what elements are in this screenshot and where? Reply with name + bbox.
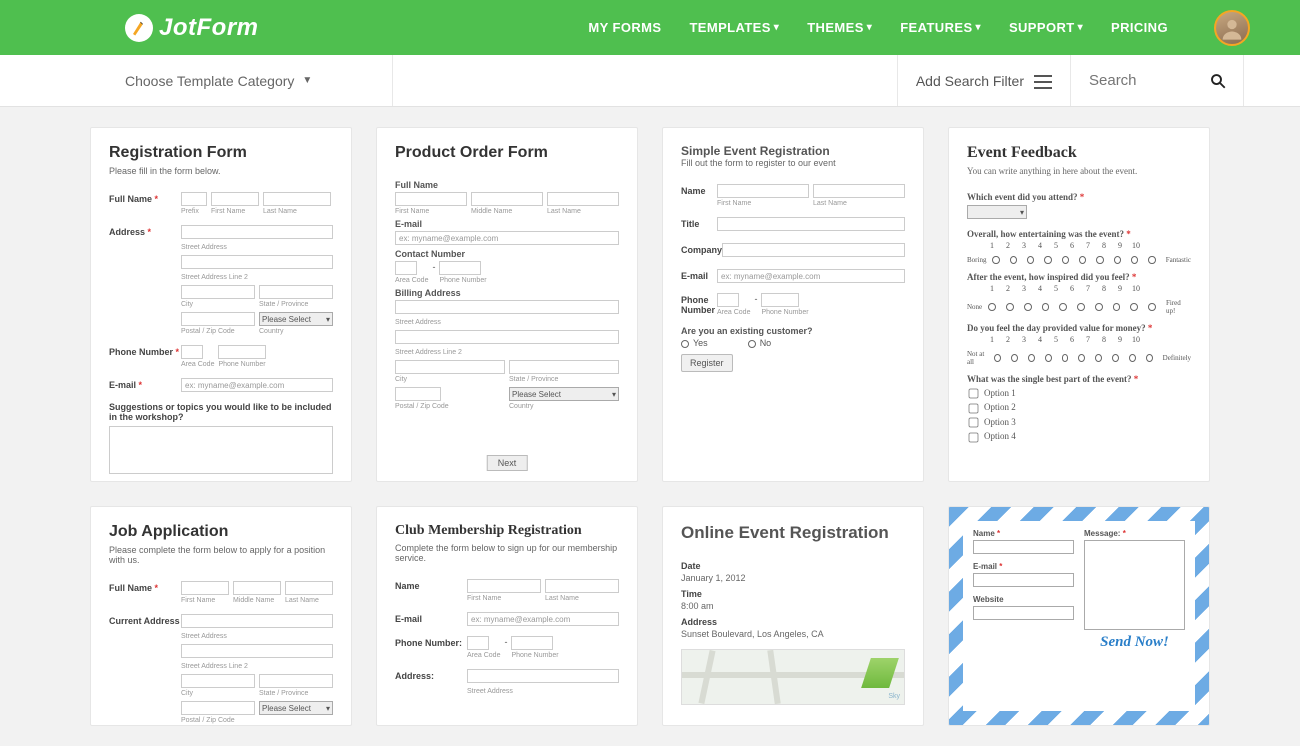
avatar[interactable] [1214, 10, 1250, 46]
filter-bar: Choose Template Category ▼ Add Search Fi… [0, 55, 1300, 107]
chevron-down-icon: ▼ [302, 75, 312, 86]
category-dropdown[interactable]: Choose Template Category ▼ [125, 55, 393, 106]
send-now-button: Send Now! [1084, 634, 1185, 651]
card-title: Club Membership Registration [395, 523, 619, 539]
card-subtitle: Please fill in the form below. [109, 166, 333, 176]
map-preview: Sky [681, 649, 905, 705]
card-title: Job Application [109, 523, 333, 541]
suggestions-label: Suggestions or topics you would like to … [109, 402, 333, 422]
nav-support[interactable]: SUPPORT [1009, 20, 1083, 35]
template-card-product-order[interactable]: Product Order Form Full Name First Name … [376, 127, 638, 482]
suggestions-textarea [109, 426, 333, 474]
scale-numbers: 12345678910 [987, 241, 1191, 250]
add-filter-label: Add Search Filter [916, 73, 1024, 89]
nav-themes[interactable]: THEMES [807, 20, 872, 35]
template-card-registration[interactable]: Registration Form Please fill in the for… [90, 127, 352, 482]
next-button: Next [487, 455, 528, 471]
category-label: Choose Template Category [125, 73, 294, 89]
nav-my-forms[interactable]: MY FORMS [588, 20, 661, 35]
register-button: Register [681, 354, 733, 372]
template-grid: Registration Form Please fill in the for… [0, 107, 1300, 746]
card-title: Event Feedback [967, 144, 1191, 162]
card-title: Registration Form [109, 144, 333, 162]
logo-icon [125, 14, 153, 42]
template-card-contact-striped[interactable]: Name * E-mail * Website Message: * Send … [948, 506, 1210, 726]
template-card-simple-event[interactable]: Simple Event Registration Fill out the f… [662, 127, 924, 482]
nav-templates[interactable]: TEMPLATES [689, 20, 779, 35]
card-title: Simple Event Registration [681, 144, 905, 158]
add-search-filter[interactable]: Add Search Filter [897, 55, 1071, 106]
template-card-event-feedback[interactable]: Event Feedback You can write anything in… [948, 127, 1210, 482]
search-block [1071, 55, 1244, 106]
nav-pricing[interactable]: PRICING [1111, 20, 1168, 35]
nav-features[interactable]: FEATURES [900, 20, 981, 35]
sliders-icon [1034, 72, 1052, 90]
template-card-job-application[interactable]: Job Application Please complete the form… [90, 506, 352, 726]
card-title: Product Order Form [395, 144, 619, 162]
brand-logo[interactable]: JotForm [125, 14, 259, 42]
top-nav: MY FORMS TEMPLATES THEMES FEATURES SUPPO… [588, 10, 1250, 46]
card-title: Online Event Registration [681, 523, 905, 543]
search-icon[interactable] [1209, 72, 1227, 90]
brand-name: JotForm [159, 14, 259, 42]
template-card-club-membership[interactable]: Club Membership Registration Complete th… [376, 506, 638, 726]
template-card-online-event[interactable]: Online Event Registration Date January 1… [662, 506, 924, 726]
main-header: JotForm MY FORMS TEMPLATES THEMES FEATUR… [0, 0, 1300, 55]
search-input[interactable] [1089, 72, 1159, 89]
